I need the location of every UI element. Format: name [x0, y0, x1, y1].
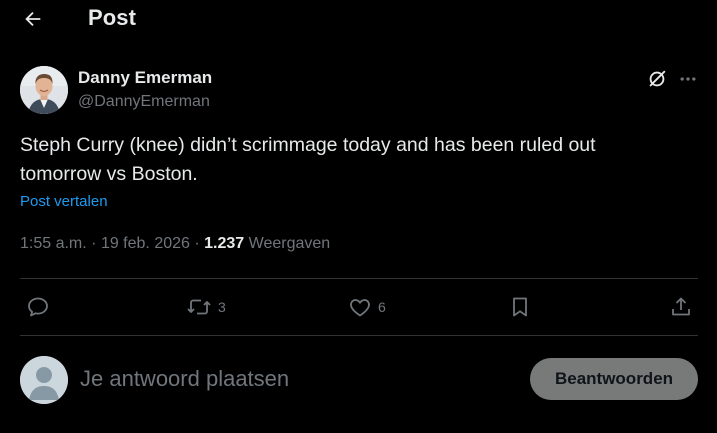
default-avatar-icon — [20, 356, 68, 404]
current-user-avatar — [20, 356, 68, 404]
divider — [20, 335, 698, 336]
meta-separator: · — [91, 235, 97, 252]
arrow-left-icon — [25, 11, 41, 27]
post-date[interactable]: 19 feb. 2026 — [101, 235, 190, 252]
page-title: Post — [88, 5, 137, 30]
repost-icon — [187, 299, 211, 315]
author-avatar[interactable] — [20, 66, 68, 114]
top-header: Post — [0, 0, 717, 40]
views-label: Weergaven — [248, 235, 331, 252]
more-options-button[interactable] — [676, 67, 700, 91]
grok-icon — [649, 70, 666, 87]
author-name[interactable]: Danny Emerman — [78, 68, 212, 88]
author-handle[interactable]: @DannyEmerman — [78, 93, 210, 111]
reply-input[interactable] — [80, 362, 500, 396]
reply-bubble-icon — [28, 297, 48, 317]
post-detail-page: Post Danny Emerman @DannyEmerman Steph C… — [0, 0, 717, 433]
meta-separator: · — [194, 235, 200, 252]
views-count: 1.237 — [204, 235, 245, 252]
heart-icon — [350, 299, 370, 317]
user-photo-avatar — [20, 66, 68, 114]
reply-button[interactable] — [26, 294, 50, 320]
post-text: Steph Curry (knee) didn’t scrimmage toda… — [20, 134, 596, 185]
reply-submit-button[interactable]: Beantwoorden — [530, 358, 698, 400]
like-count: 6 — [378, 299, 386, 315]
grok-button[interactable] — [645, 67, 669, 91]
translate-post-link[interactable]: Post vertalen — [20, 193, 108, 210]
more-dots-icon — [680, 77, 696, 81]
divider — [20, 278, 698, 279]
share-icon — [672, 297, 690, 316]
like-button[interactable]: 6 — [348, 294, 386, 320]
share-button[interactable] — [669, 294, 693, 320]
back-button[interactable] — [20, 6, 46, 32]
post-meta: 1:55 a.m. · 19 feb. 2026 · 1.237 Weergav… — [20, 235, 330, 253]
post-time[interactable]: 1:55 a.m. — [20, 235, 87, 252]
repost-count: 3 — [218, 299, 226, 315]
bookmark-icon — [513, 297, 527, 317]
repost-button[interactable]: 3 — [186, 294, 226, 320]
bookmark-button[interactable] — [509, 294, 531, 320]
